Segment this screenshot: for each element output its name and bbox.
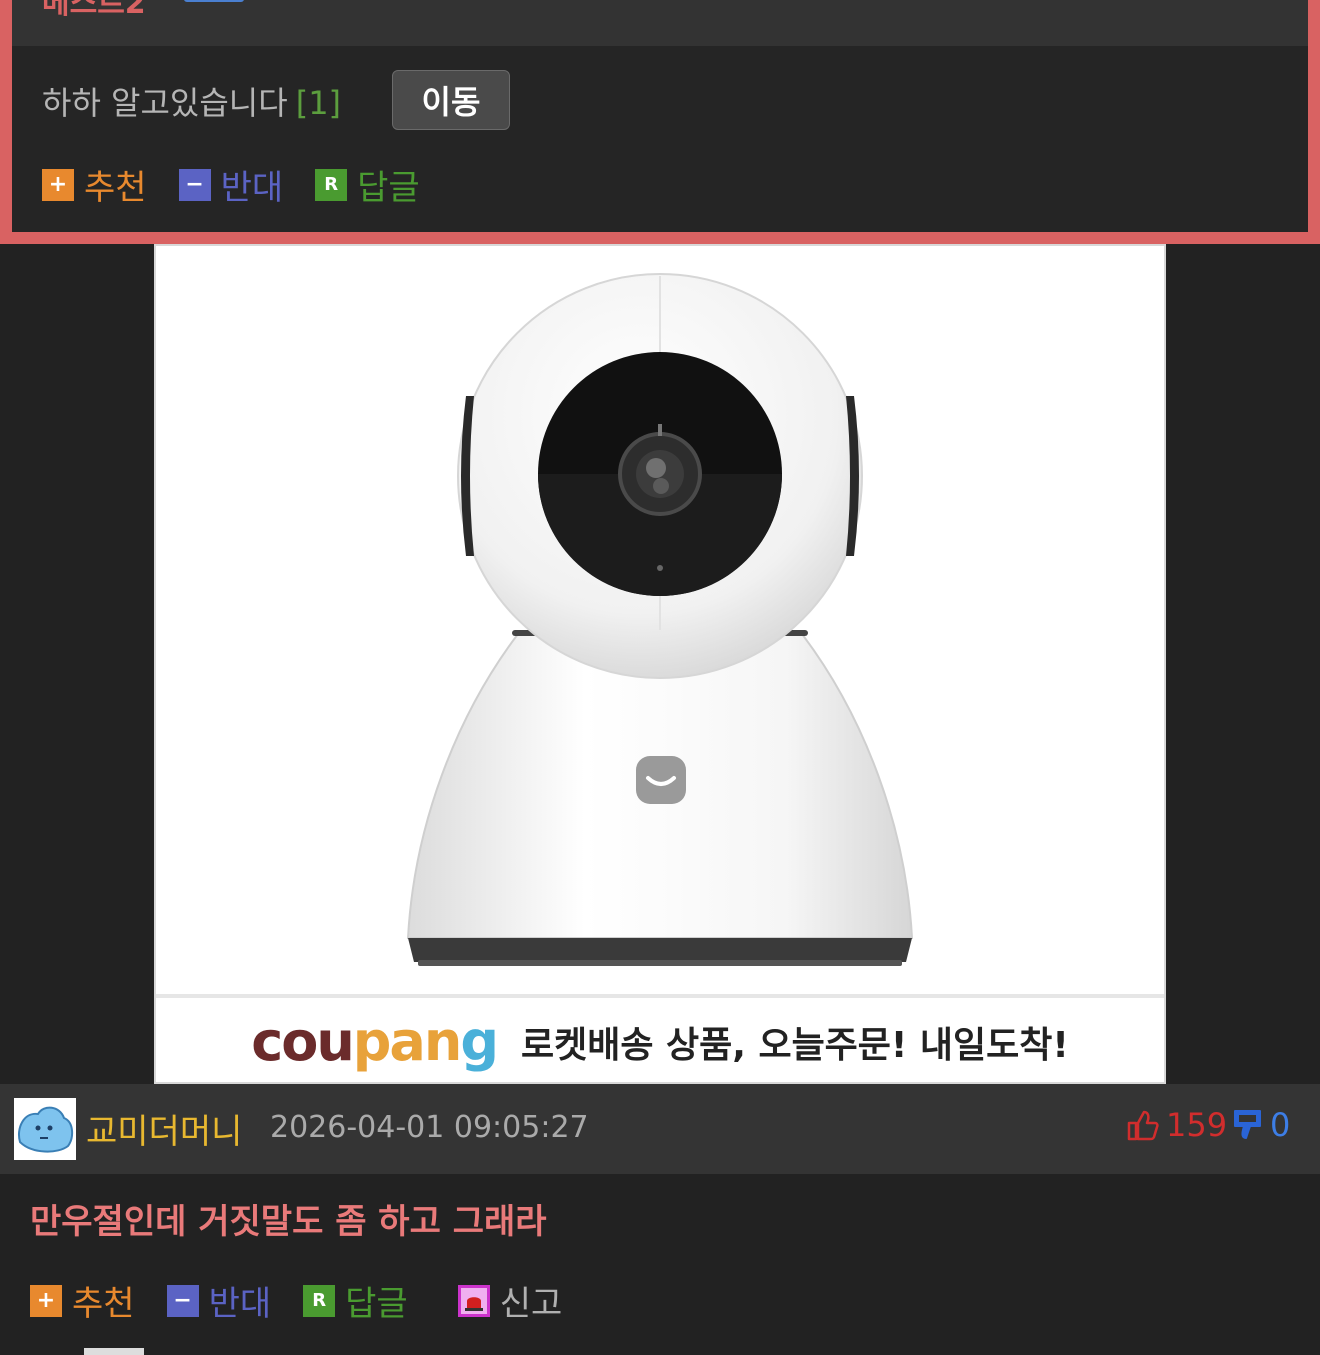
best-comment-text-row: 하하 알고있습니다 [1] (42, 78, 341, 124)
ad-tagline: 로켓배송 상품, 오늘주문! 내일도착! (520, 1025, 1069, 1066)
like-count-value: 159 (1166, 1106, 1228, 1144)
reply-button[interactable]: R 답글 (315, 160, 420, 209)
report-button[interactable]: 신고 (457, 1276, 563, 1325)
minus-icon: − (166, 1284, 199, 1317)
best-badge-cutoff (184, 0, 244, 2)
plus-icon: + (42, 168, 74, 201)
best-label-cutoff: 베스트2 (42, 0, 146, 21)
comment-datetime: 2026-04-01 09:05:27 (270, 1110, 589, 1145)
reply-button[interactable]: R 답글 (303, 1276, 408, 1325)
security-camera-image (406, 273, 914, 966)
move-button[interactable]: 이동 (392, 70, 510, 130)
comment-actions: + 추천 − 반대 R 답글 신고 (30, 1276, 594, 1325)
dislike-count[interactable]: 0 (1232, 1106, 1290, 1144)
ad-footer: coupang 로켓배송 상품, 오늘주문! 내일도착! (156, 1002, 1164, 1082)
dislike-count-value: 0 (1270, 1106, 1291, 1144)
best-comment-text: 하하 알고있습니다 (42, 84, 288, 122)
reply-label: 답글 (357, 168, 420, 208)
like-count[interactable]: 159 (1126, 1106, 1227, 1144)
reply-icon: R (303, 1284, 336, 1317)
recommend-label: 추천 (72, 1284, 135, 1324)
ad-divider (156, 994, 1164, 998)
best-comment-header: 베스트2 (12, 0, 1308, 46)
recommend-button[interactable]: + 추천 (42, 160, 147, 209)
oppose-button[interactable]: − 반대 (166, 1276, 272, 1325)
thumbs-down-icon (1234, 1110, 1261, 1139)
oppose-label: 반대 (208, 1284, 272, 1324)
next-avatar-cutoff (84, 1348, 144, 1355)
oppose-button[interactable]: − 반대 (178, 160, 284, 209)
comment-header: 교미더머니 2026-04-01 09:05:27 159 0 (0, 1084, 1320, 1174)
plus-icon: + (30, 1284, 62, 1317)
coupang-logo: coupang (251, 1010, 499, 1073)
comment-text: 만우절인데 거짓말도 좀 하고 그래라 (30, 1202, 547, 1242)
thumbs-up-icon (1127, 1110, 1159, 1141)
recommend-button[interactable]: + 추천 (30, 1276, 135, 1325)
comment-nickname[interactable]: 교미더머니 (86, 1104, 242, 1153)
best-comment-box: 베스트2 하하 알고있습니다 [1] 이동 + 추천 − 반대 R 답글 (0, 0, 1320, 244)
minus-icon: − (178, 168, 211, 201)
recommend-label: 추천 (84, 168, 147, 208)
reply-icon: R (315, 168, 348, 201)
reply-label: 답글 (345, 1284, 408, 1324)
report-label: 신고 (499, 1284, 563, 1324)
siren-icon (457, 1284, 490, 1317)
best-comment-actions: + 추천 − 반대 R 답글 (42, 160, 452, 209)
avatar[interactable] (14, 1098, 76, 1160)
coupang-ad-banner[interactable]: coupang 로켓배송 상품, 오늘주문! 내일도착! (154, 244, 1166, 1084)
oppose-label: 반대 (220, 168, 284, 208)
reply-count[interactable]: [1] (296, 84, 341, 122)
blob-avatar-icon (18, 1106, 74, 1153)
